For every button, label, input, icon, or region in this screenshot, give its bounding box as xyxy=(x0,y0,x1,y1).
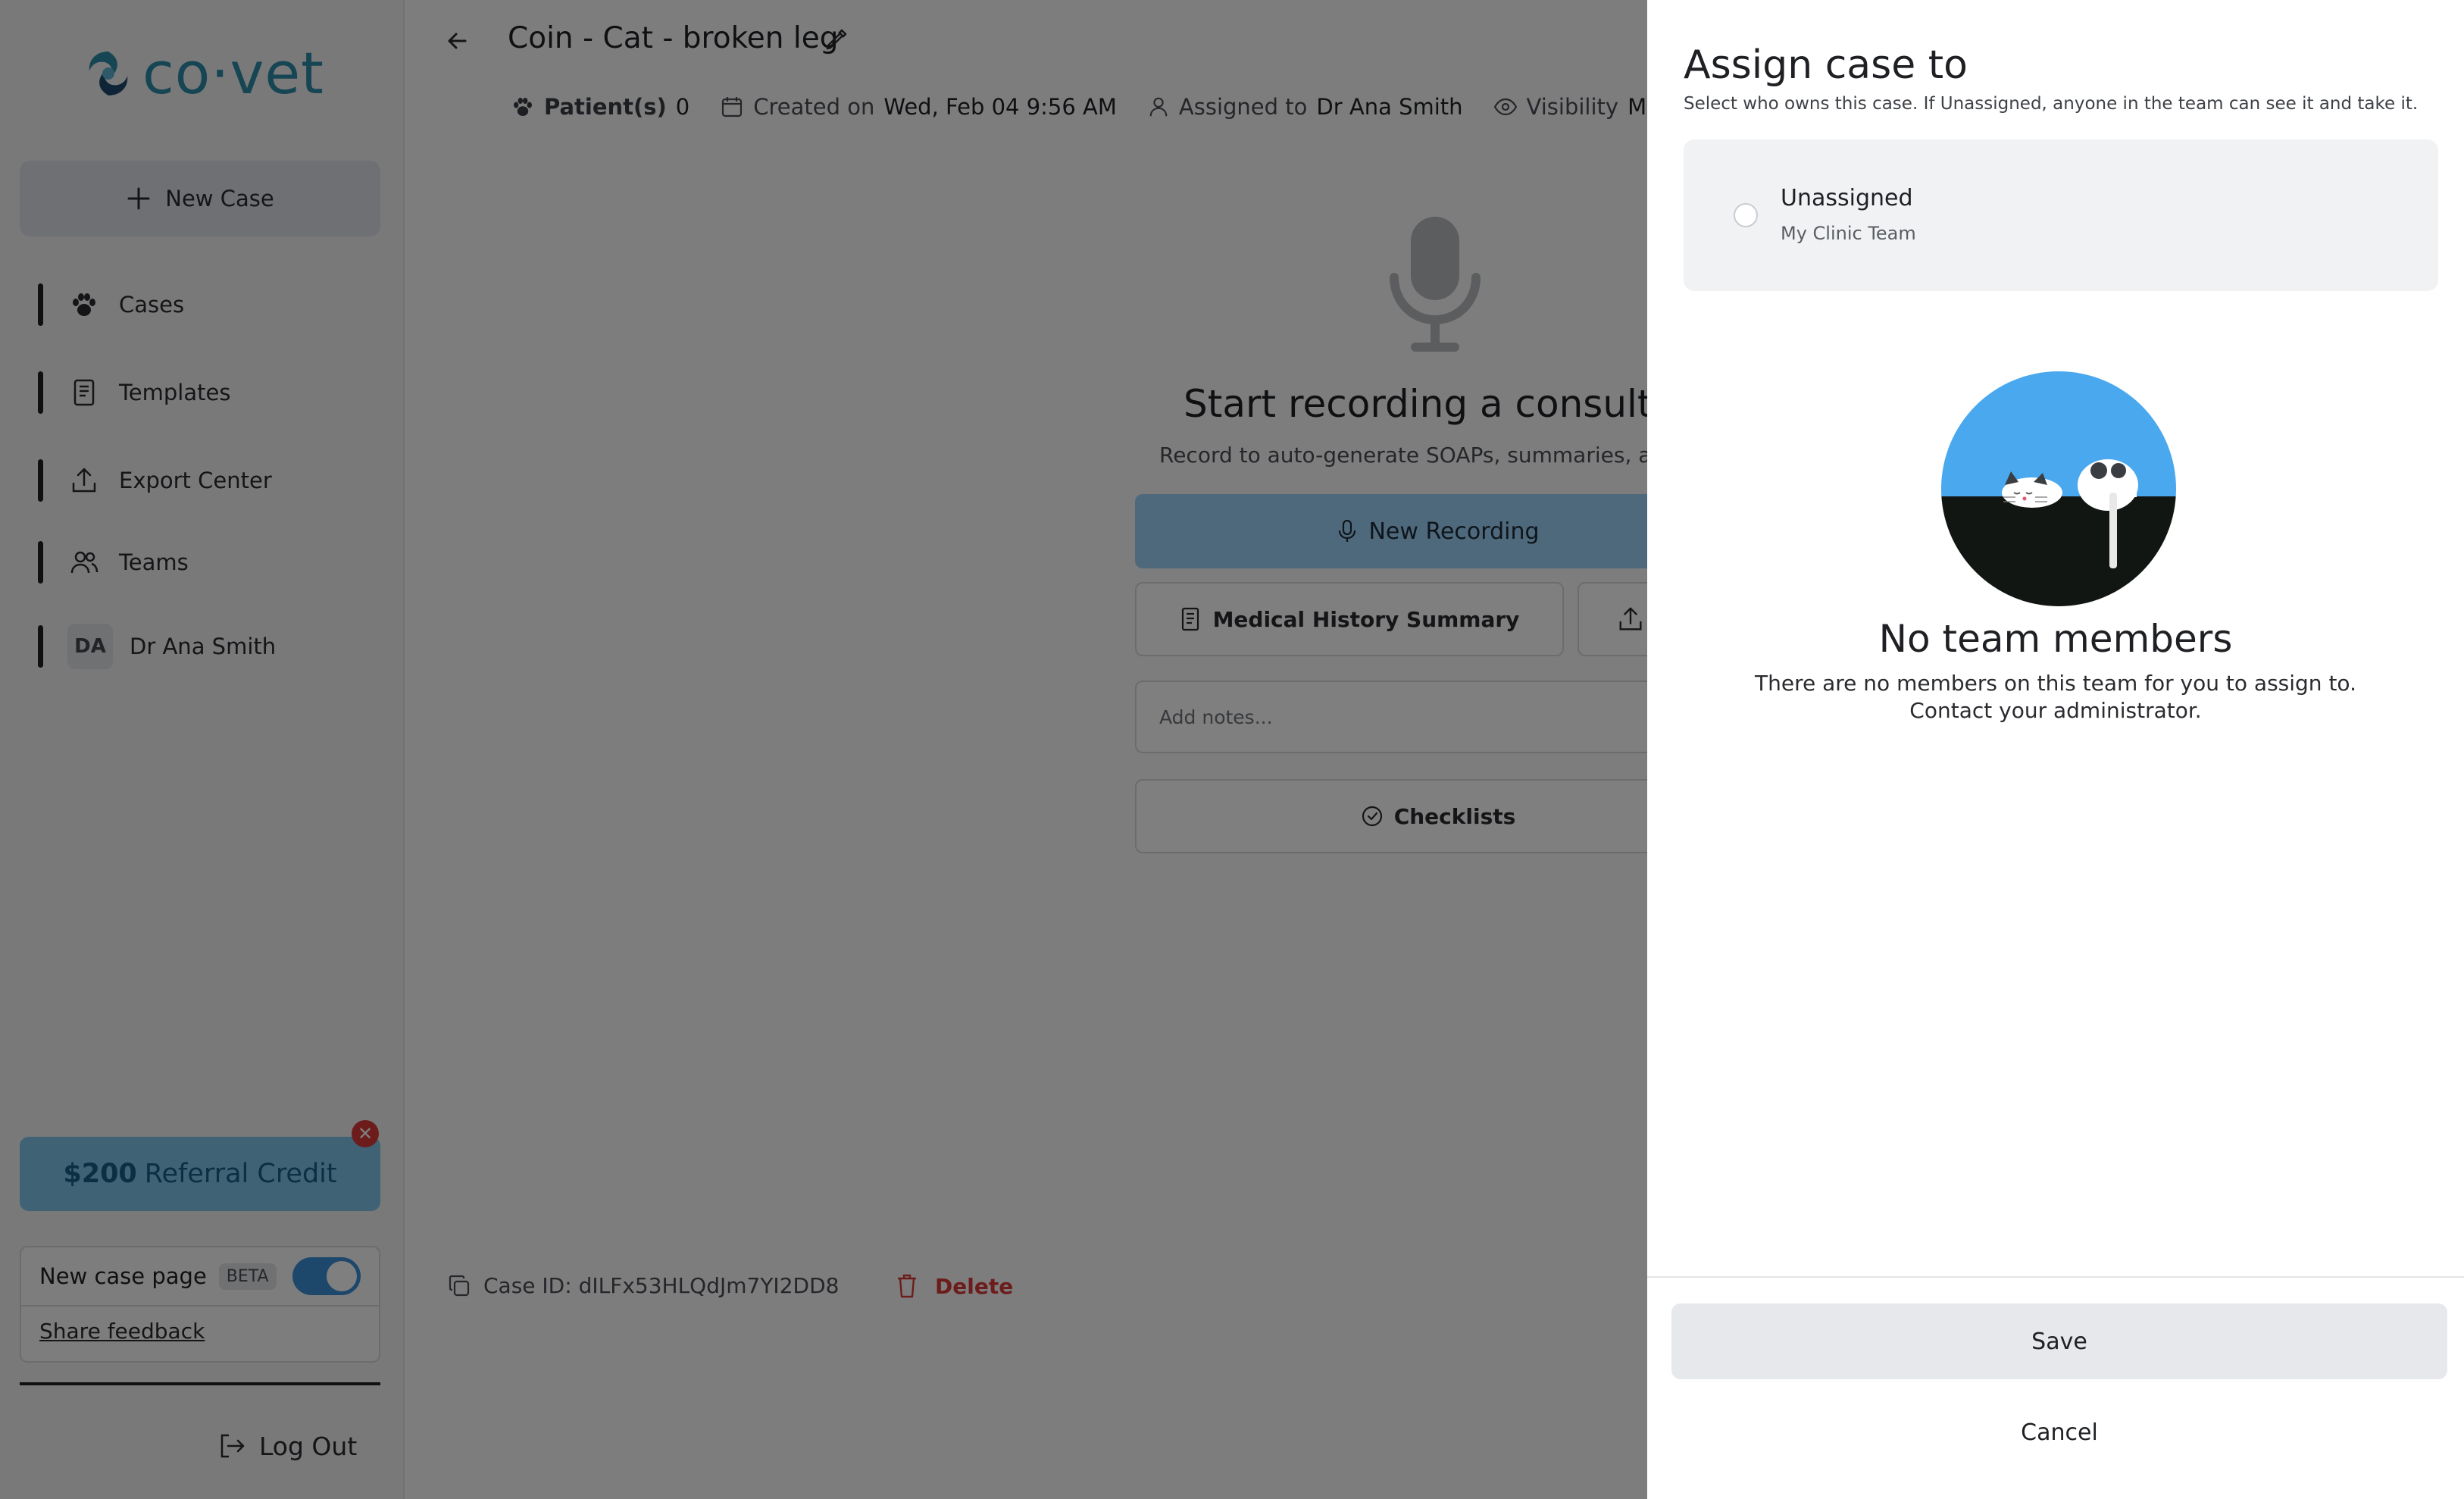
drawer-subtitle: Select who owns this case. If Unassigned… xyxy=(1684,94,2419,114)
empty-state-text: There are no members on this team for yo… xyxy=(1647,670,2464,724)
empty-state-line: Contact your administrator. xyxy=(1909,698,2202,723)
sleeping-cat-illustration xyxy=(1941,371,2176,606)
drawer-title: Assign case to xyxy=(1684,42,1968,88)
unassigned-option[interactable]: Unassigned My Clinic Team xyxy=(1684,139,2438,291)
empty-state-title: No team members xyxy=(1878,617,2233,661)
save-button[interactable]: Save xyxy=(1671,1303,2447,1379)
option-label: Unassigned xyxy=(1781,185,1913,211)
cancel-button[interactable]: Cancel xyxy=(1671,1394,2447,1470)
drawer-divider xyxy=(1647,1276,2464,1278)
modal-backdrop[interactable] xyxy=(0,0,1647,1499)
unassigned-radio[interactable] xyxy=(1734,203,1758,227)
assign-case-drawer: Assign case to Select who owns this case… xyxy=(1647,0,2464,1499)
empty-state-line: There are no members on this team for yo… xyxy=(1755,671,2356,696)
option-sublabel: My Clinic Team xyxy=(1781,223,1916,244)
